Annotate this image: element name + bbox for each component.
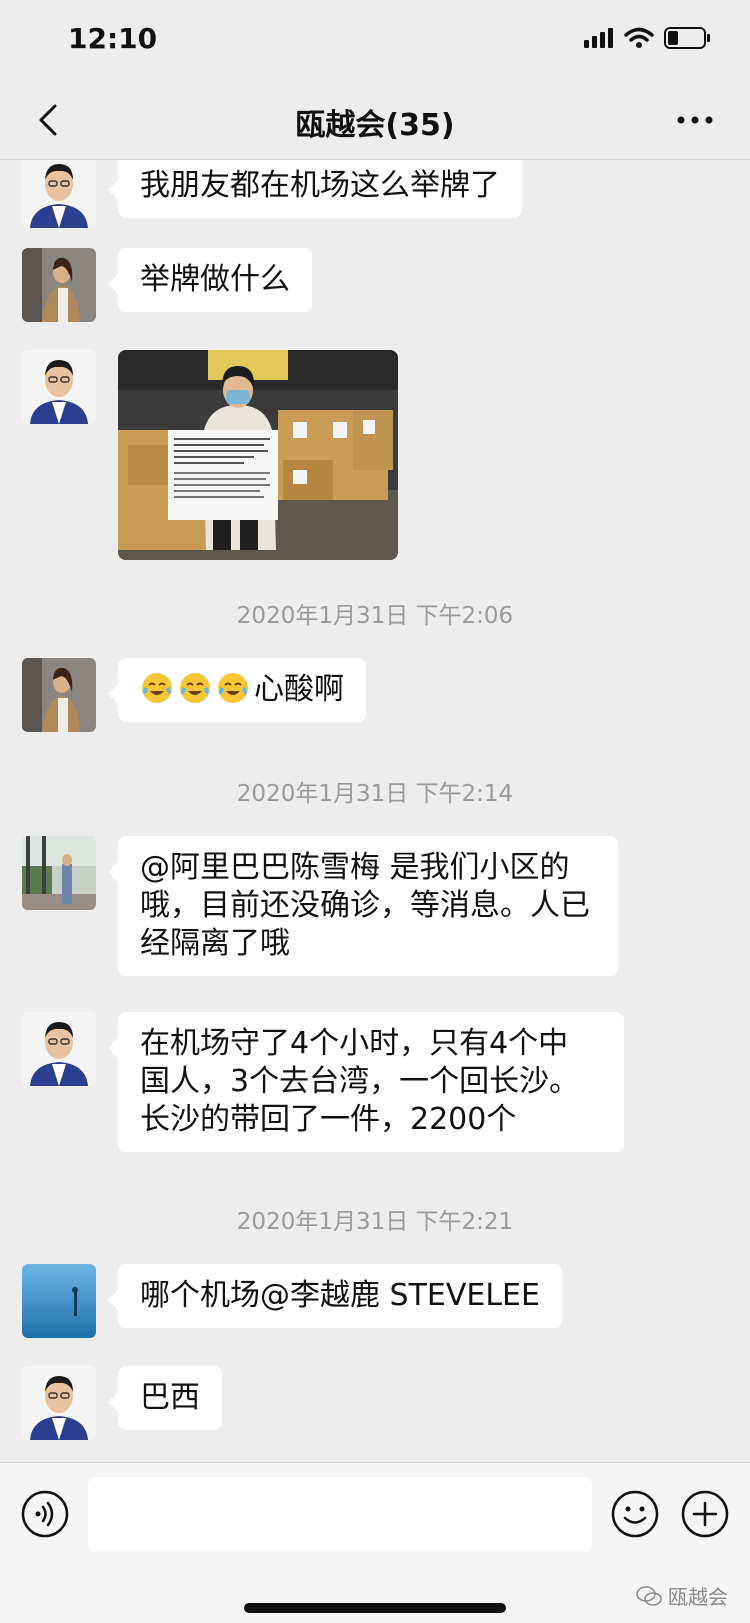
status-time: 12:10 xyxy=(68,22,158,55)
input-bar: 瓯越会 xyxy=(0,1462,750,1623)
message-bubble[interactable]: 心酸啊 xyxy=(108,658,366,722)
more-button[interactable] xyxy=(670,102,720,138)
emoji-button[interactable] xyxy=(610,1489,660,1539)
message-line: 经隔离了哦 xyxy=(140,926,290,961)
photo-message[interactable] xyxy=(118,350,398,560)
avatar[interactable] xyxy=(22,836,96,910)
more-dots-icon xyxy=(677,116,713,124)
chat-area[interactable]: 我朋友都在机场这么举牌了 举牌做什么 2020年1月31日 下午2:06 心酸啊… xyxy=(0,160,750,1462)
message-bubble[interactable]: 哪个机场@李越鹿 STEVELEE xyxy=(108,1264,562,1328)
message-text: 心酸啊 xyxy=(254,672,344,707)
status-bar: 12:10 xyxy=(0,0,750,80)
tears-of-joy-emoji xyxy=(218,673,248,703)
voice-icon xyxy=(21,1490,69,1538)
nav-bar: 瓯越会(35) xyxy=(0,80,750,160)
message-bubble[interactable]: 巴西 xyxy=(108,1366,222,1430)
avatar[interactable] xyxy=(22,160,96,228)
voice-button[interactable] xyxy=(20,1489,70,1539)
battery-icon xyxy=(664,27,710,49)
message-line: 哦，目前还没确诊，等消息。人已 xyxy=(140,888,590,923)
chat-title: 瓯越会(35) xyxy=(295,108,455,143)
message-input[interactable] xyxy=(88,1477,592,1551)
avatar[interactable] xyxy=(22,1264,96,1338)
signal-icon xyxy=(584,28,613,48)
message-bubble[interactable]: 在机场守了4个小时，只有4个中 国人，3个去台湾，一个回长沙。 长沙的带回了一件… xyxy=(108,1012,624,1152)
watermark-text: 瓯越会 xyxy=(668,1585,728,1609)
tears-of-joy-emoji xyxy=(142,673,172,703)
plus-icon xyxy=(681,1490,729,1538)
message-bubble[interactable]: @阿里巴巴陈雪梅 是我们小区的 哦，目前还没确诊，等消息。人已 经隔离了哦 xyxy=(108,836,618,976)
plus-button[interactable] xyxy=(680,1489,730,1539)
status-icons xyxy=(584,26,712,50)
avatar[interactable] xyxy=(22,658,96,732)
message-line: @阿里巴巴陈雪梅 是我们小区的 xyxy=(140,850,570,885)
timestamp: 2020年1月31日 下午2:06 xyxy=(236,603,514,629)
timestamp: 2020年1月31日 下午2:14 xyxy=(236,781,514,807)
message-line: 长沙的带回了一件，2200个 xyxy=(140,1102,517,1137)
wifi-icon xyxy=(624,27,654,48)
smiley-icon xyxy=(611,1490,659,1538)
message-line: 在机场守了4个小时，只有4个中 xyxy=(140,1026,569,1061)
tears-of-joy-emoji xyxy=(180,673,210,703)
watermark: 瓯越会 xyxy=(636,1581,728,1610)
timestamp: 2020年1月31日 下午2:21 xyxy=(236,1209,514,1235)
avatar[interactable] xyxy=(22,248,96,322)
avatar[interactable] xyxy=(22,350,96,424)
message-bubble[interactable]: 举牌做什么 xyxy=(108,248,312,312)
message-line: 国人，3个去台湾，一个回长沙。 xyxy=(140,1064,580,1099)
avatar[interactable] xyxy=(22,1366,96,1440)
message-bubble[interactable]: 我朋友都在机场这么举牌了 xyxy=(108,160,522,218)
home-indicator xyxy=(244,1603,506,1613)
avatar[interactable] xyxy=(22,1012,96,1086)
wechat-icon xyxy=(636,1585,662,1606)
